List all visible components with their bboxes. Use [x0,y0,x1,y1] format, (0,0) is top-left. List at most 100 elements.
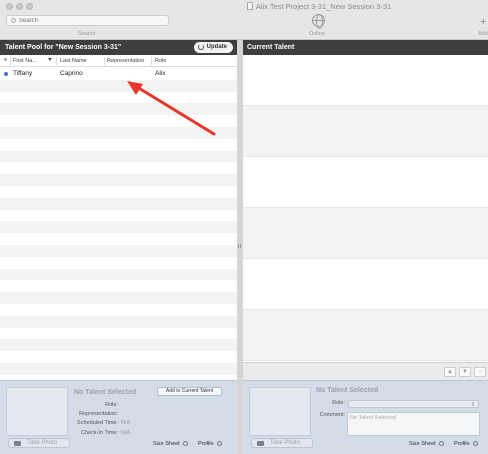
empty-row [0,233,237,245]
refresh-icon [197,44,204,50]
search-input[interactable] [19,16,164,25]
toolbar: Alix Test Project 3-31_New Session 3-31 … [0,0,488,40]
size-sheet-label: Size Sheet [153,441,180,447]
talent-pool-title: Talent Pool for "New Session 3-31" [5,44,122,51]
current-talent-panel: Current Talent ▲ ▼ − [243,40,488,380]
empty-row [0,221,237,234]
photo-placeholder [249,387,311,436]
empty-row [0,362,237,375]
empty-row [0,339,237,352]
scheduled-time-value: N/A [121,420,131,426]
empty-row [0,162,237,174]
talent-details-right: Take Photo No Talent Selected Role: ⇕ Co… [243,380,488,454]
role-label: Role: [332,400,345,406]
take-photo-label: Take Photo [270,440,301,446]
search-field[interactable] [6,15,169,26]
talent-slot[interactable] [243,310,488,361]
size-sheet-label: Size Sheet [409,441,436,447]
empty-row [0,115,237,127]
talent-slot[interactable] [243,208,488,259]
empty-row [0,328,237,340]
talent-slot[interactable] [243,55,488,106]
take-photo-label: Take Photo [27,440,58,446]
window-title: Alix Test Project 3-31_New Session 3-31 [0,2,488,11]
talent-slot[interactable] [243,259,488,310]
empty-row [0,92,237,104]
talent-slot[interactable] [243,106,488,157]
arrow-circle-icon [182,441,188,446]
arrow-circle-icon [216,441,222,446]
take-photo-button[interactable]: Take Photo [251,438,313,448]
status-column-icon[interactable] [4,58,7,61]
profile-label: Profile [198,441,214,447]
talent-slot[interactable] [243,157,488,208]
current-talent-header: Current Talent [243,40,488,55]
talent-pool-panel: Talent Pool for "New Session 3-31" Updat… [0,40,237,380]
no-talent-label: No Talent Selected [316,387,379,394]
current-talent-list [243,55,488,361]
talent-list: Tiffany Caprino Alix [0,68,237,375]
empty-row [0,103,237,116]
chevron-updown-icon: ⇕ [470,402,475,408]
profile-button[interactable]: Profile [454,441,478,447]
empty-row [0,126,237,139]
talent-details-left: Take Photo No Talent Selected Add to Cur… [0,380,237,454]
search-icon [11,18,16,23]
empty-row [0,210,237,222]
divider-grip-icon [238,244,241,248]
checkin-time-value: N/A [121,430,131,436]
column-header: First Na... Last Name Representation Rol… [0,55,237,67]
move-up-button[interactable]: ▲ [444,367,456,377]
comment-label: Comment: [319,412,345,418]
add-label: Add [478,31,488,37]
role-select[interactable]: ⇕ [348,400,479,408]
list-controls: ▲ ▼ − [243,362,488,380]
empty-row [0,150,237,163]
size-sheet-button[interactable]: Size Sheet [153,441,188,447]
profile-button[interactable]: Profile [198,441,222,447]
camera-icon [257,441,264,446]
empty-row [0,351,237,363]
update-label: Update [206,44,227,50]
empty-row [0,304,237,316]
empty-row [0,186,237,198]
sort-desc-icon [48,58,52,61]
talent-pool-header: Talent Pool for "New Session 3-31" Updat… [0,40,237,55]
arrow-circle-icon [438,441,444,446]
empty-row [0,79,237,92]
comment-field[interactable]: No Talent Selected [347,412,480,436]
role-label: Role: [105,402,118,408]
cell-last-name: Caprino [60,70,83,77]
checkin-time-label: Check-In Time: [81,430,118,436]
profile-label: Profile [454,441,470,447]
no-talent-label: No Talent Selected [74,389,137,396]
col-representation[interactable]: Representation [107,58,144,64]
empty-row [0,139,237,151]
empty-row [0,280,237,292]
cell-first-name: Tiffany [13,70,33,77]
search-caption: Search [78,31,96,37]
col-first-name[interactable]: First Na... [13,58,37,64]
update-button[interactable]: Update [193,42,233,53]
size-sheet-button[interactable]: Size Sheet [409,441,444,447]
scheduled-time-label: Scheduled Time: [77,420,118,426]
empty-row [0,244,237,257]
take-photo-button[interactable]: Take Photo [8,438,70,448]
globe-icon[interactable] [312,14,325,29]
move-down-button[interactable]: ▼ [459,367,471,377]
remove-button[interactable]: − [474,367,486,377]
photo-placeholder [6,387,68,436]
document-icon [246,2,253,10]
col-role[interactable]: Role [155,58,166,64]
status-dot-icon [4,72,8,76]
empty-row [0,257,237,269]
empty-row [0,268,237,281]
cell-role: Alix [155,70,166,77]
add-to-current-talent-button[interactable]: Add to Current Talent [157,387,222,396]
table-row[interactable]: Tiffany Caprino Alix [0,68,237,80]
camera-icon [14,441,21,446]
representation-label: Representation: [79,411,118,417]
add-icon[interactable]: + [480,17,486,28]
empty-row [0,315,237,328]
col-last-name[interactable]: Last Name [60,58,87,64]
